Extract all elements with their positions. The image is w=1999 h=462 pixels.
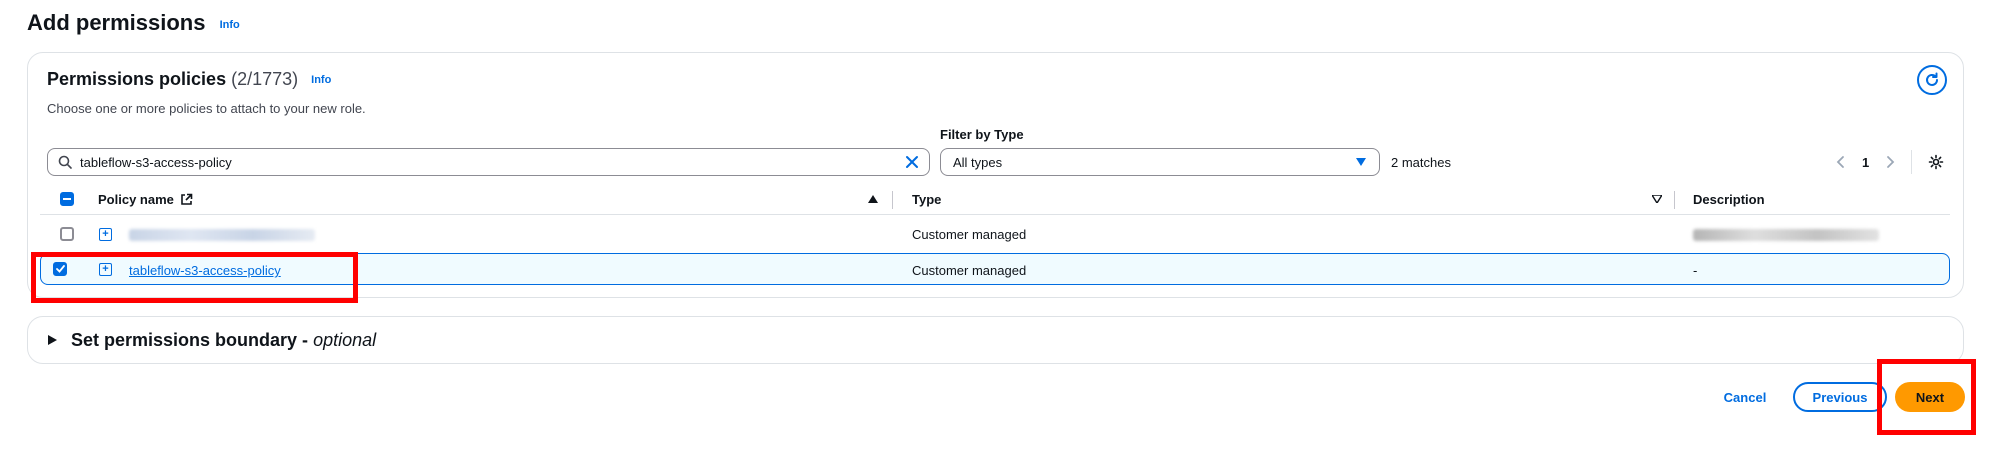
matches-count: 2 matches [1391,155,1451,170]
redacted-policy-name [129,229,315,241]
table-header: Policy name Type Description [40,183,1950,215]
clear-search-icon[interactable] [905,155,919,169]
previous-page-icon[interactable] [1836,155,1846,169]
column-policy-name-label: Policy name [98,192,174,207]
next-page-icon[interactable] [1885,155,1895,169]
row-type: Customer managed [912,227,1027,242]
boundary-label: Set permissions boundary - optional [71,330,376,351]
highlight-next-button [1877,359,1976,435]
filter-by-type-label: Filter by Type [940,127,1024,142]
highlight-selected-policy [31,252,358,303]
refresh-button[interactable] [1917,65,1947,95]
panel-title: Permissions policies (2/1773) Info [47,69,331,90]
row-checkbox[interactable] [60,227,74,241]
type-filter-select[interactable]: All types [940,148,1380,176]
expand-icon[interactable]: + [99,228,112,241]
pager-divider [1911,150,1913,174]
search-input[interactable] [80,154,905,170]
settings-gear-icon[interactable] [1928,154,1944,170]
previous-button[interactable]: Previous [1793,382,1887,412]
external-link-icon [181,193,193,205]
policy-search-field[interactable] [47,148,930,176]
row-type: Customer managed [912,263,1027,278]
panel-title-text: Permissions policies [47,69,227,89]
chevron-down-icon [1356,158,1366,166]
redacted-description [1693,229,1879,241]
table-row[interactable]: + Customer managed [40,217,1950,251]
column-separator [892,191,893,209]
page-title-text: Add permissions [27,10,206,35]
pagination: 1 [1836,150,1944,174]
sort-ascending-icon[interactable] [868,195,878,203]
refresh-icon [1926,72,1938,86]
page-title: Add permissions Info [27,10,240,36]
column-type[interactable]: Type [912,192,941,207]
boundary-optional-text: optional [313,330,377,350]
page-info-link[interactable]: Info [220,19,240,31]
column-description[interactable]: Description [1693,192,1765,207]
policy-count: (2/1773) [231,69,299,89]
select-all-checkbox[interactable] [60,192,74,206]
sort-descending-icon[interactable] [1652,195,1662,203]
row-description: - [1693,263,1698,278]
column-type-label: Type [912,192,942,207]
panel-info-link[interactable]: Info [311,74,331,86]
column-description-label: Description [1693,192,1765,207]
column-separator [1674,191,1675,209]
cancel-button[interactable]: Cancel [1710,382,1780,412]
permissions-boundary-section[interactable]: Set permissions boundary - optional [27,316,1964,364]
current-page[interactable]: 1 [1862,155,1869,170]
column-policy-name[interactable]: Policy name [98,192,193,207]
type-filter-value: All types [953,154,1003,170]
panel-description: Choose one or more policies to attach to… [47,101,366,116]
caret-right-icon [48,335,57,345]
boundary-label-text: Set permissions boundary - [71,330,314,350]
search-icon [58,155,72,169]
